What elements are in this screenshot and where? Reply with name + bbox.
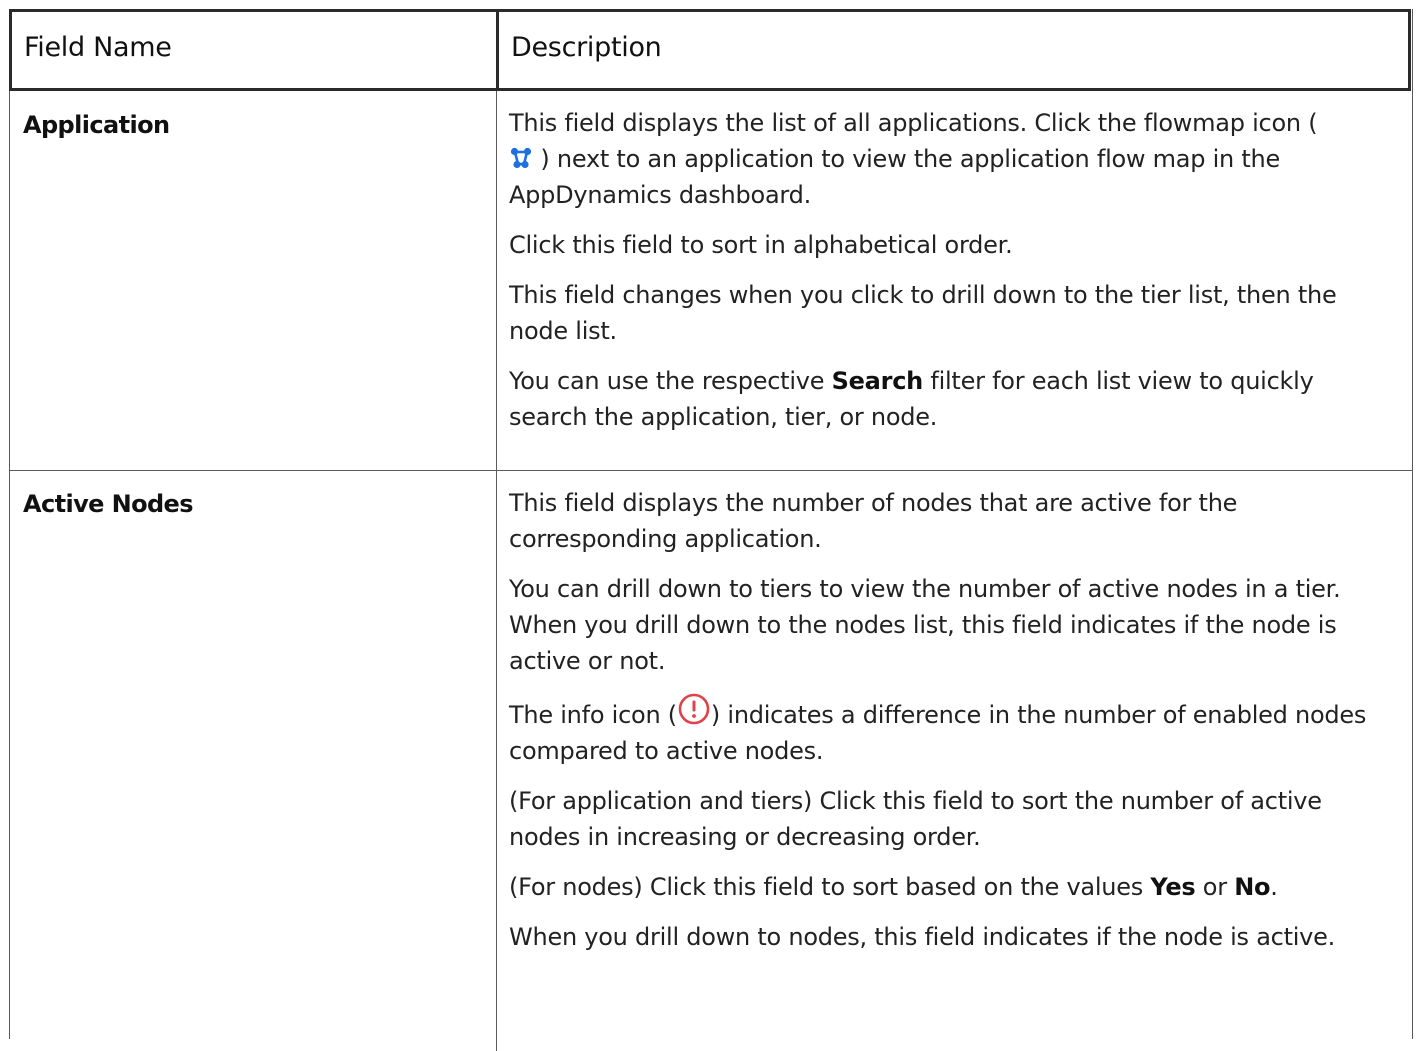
description-paragraph: You can use the respective Search filter… — [509, 367, 1314, 431]
field-name-application: Application — [23, 111, 170, 139]
column-divider — [496, 91, 497, 1051]
header-divider — [496, 12, 499, 88]
description-paragraph: The info icon ( ) indicates a difference… — [509, 693, 1399, 769]
description-application: This field displays the list of all appl… — [509, 105, 1399, 435]
description-paragraph: You can drill down to tiers to view the … — [509, 575, 1341, 675]
value-no: No — [1234, 873, 1271, 901]
description-active-nodes: This field displays the number of nodes … — [509, 485, 1399, 955]
field-name-active-nodes: Active Nodes — [23, 490, 194, 518]
description-paragraph: (For application and tiers) Click this f… — [509, 787, 1322, 851]
search-term: Search — [831, 367, 924, 395]
description-paragraph: This field displays the number of nodes … — [509, 489, 1238, 553]
description-paragraph: When you drill down to nodes, this field… — [509, 923, 1336, 951]
description-paragraph: Click this field to sort in alphabetical… — [509, 231, 1013, 259]
value-yes: Yes — [1150, 873, 1196, 901]
description-paragraph: (For nodes) Click this field to sort bas… — [509, 873, 1278, 901]
flowmap-icon — [510, 147, 532, 169]
field-description-table: Field Name Description Application This … — [9, 9, 1413, 1051]
description-paragraph: This field changes when you click to dri… — [509, 281, 1337, 345]
header-field-name: Field Name — [24, 32, 172, 63]
table-header-row: Field Name Description — [9, 9, 1411, 91]
row-divider — [10, 470, 1412, 471]
info-icon — [678, 693, 710, 725]
description-paragraph: This field displays the list of all appl… — [509, 109, 1318, 209]
header-description: Description — [511, 32, 662, 63]
